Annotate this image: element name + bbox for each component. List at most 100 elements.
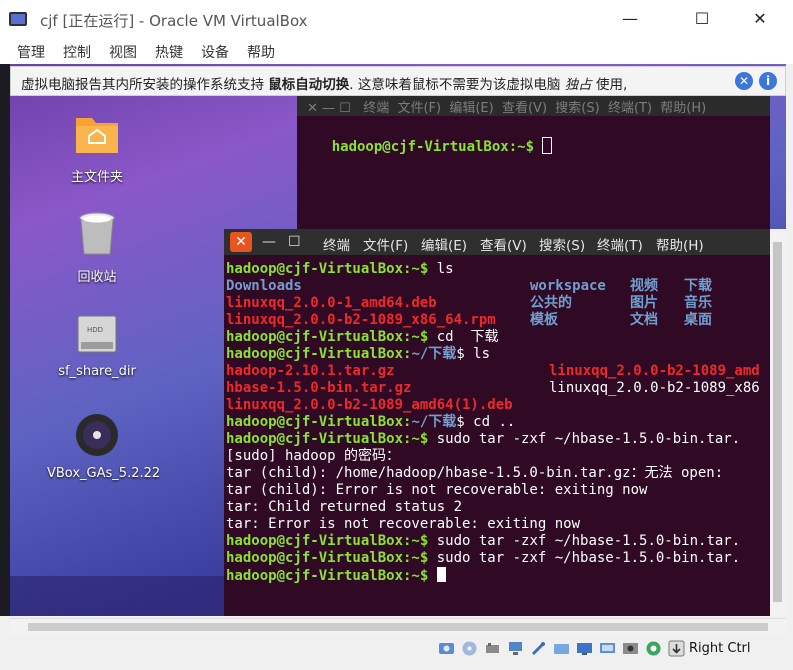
minimize-button[interactable]: — — [608, 4, 652, 34]
terminal-menu-help[interactable]: 帮助(H) — [656, 234, 704, 254]
menu-devices[interactable]: 设备 — [201, 42, 229, 62]
terminal-output: [sudo] hadoop 的密码： — [226, 448, 401, 464]
desktop-icon-vbox-gas[interactable]: VBox_GAs_5.2.22 — [47, 412, 161, 481]
terminal-menu-file[interactable]: 文件(F) — [363, 234, 408, 254]
terminal-command: $ cd .. — [456, 414, 516, 430]
menu-view[interactable]: 视图 — [109, 42, 137, 62]
terminal-back-menu-text[interactable]: ✕ — ☐ 终端 文件(F) 编辑(E) 查看(V) 搜索(S) 终端(T) 帮… — [307, 97, 706, 116]
terminal-menu-search[interactable]: 搜索(S) — [539, 234, 585, 254]
ls-entry: 视频 — [630, 278, 658, 294]
ls-entry: 文档 — [630, 312, 658, 328]
terminal-line: hadoop@cjf-VirtualBox:~/下载$ ls — [226, 346, 490, 363]
ls-entry: linuxqq_2.0.0-b2-1089_amd64(1).deb — [226, 397, 513, 413]
display-icon[interactable] — [576, 640, 593, 657]
terminal-output: tar: Child returned status 2 — [226, 499, 463, 515]
scrollbar-thumb[interactable] — [28, 623, 768, 631]
terminal-line: hadoop@cjf-VirtualBox:~$ sudo tar -zxf ~… — [226, 431, 740, 448]
terminal-command: sudo tar -zxf ~/hbase-1.5.0-bin.tar. — [428, 550, 741, 566]
ls-entry: linuxqq_2.0.0-1_amd64.deb — [226, 295, 437, 311]
terminal-command: $ ls — [456, 346, 491, 362]
desktop-icon-home[interactable]: 主文件夹 — [47, 110, 147, 185]
host-key-arrow-icon[interactable] — [668, 640, 685, 657]
terminal-line: Downloads — [226, 278, 302, 295]
notice-text-italic: 独占 — [564, 77, 592, 93]
desktop-icon-label: VBox_GAs_5.2.22 — [47, 466, 161, 481]
terminal-line: hadoop@cjf-VirtualBox:~$ — [226, 567, 446, 584]
terminal-command — [428, 568, 436, 584]
menu-hotkey[interactable]: 热键 — [155, 42, 183, 62]
svg-text:HDD: HDD — [87, 326, 103, 334]
terminal-prompt: hadoop@cjf-VirtualBox:~$ — [226, 431, 429, 447]
hdd-icon: HDD — [77, 315, 117, 353]
close-notice-icon[interactable]: ✕ — [735, 72, 753, 90]
terminal-window-front[interactable]: ✕ — ☐ 终端 文件(F) 编辑(E) 查看(V) 搜索(S) 终端(T) 帮… — [224, 229, 770, 616]
desktop-icon-trash[interactable]: 回收站 — [47, 210, 147, 285]
notice-text-part: 虚拟电脑报告其内所安装的操作系统支持 — [21, 77, 264, 93]
ls-entry: hbase-1.5.0-bin.tar.gz — [226, 380, 412, 396]
window-titlebar: cjf [正在运行] - Oracle VM VirtualBox — ☐ ✕ — [0, 0, 793, 38]
audio-icon[interactable] — [484, 640, 501, 657]
window-title: cjf [正在运行] - Oracle VM VirtualBox — [40, 12, 308, 30]
scrollbar-thumb[interactable] — [773, 242, 782, 602]
network-icon[interactable] — [507, 640, 524, 657]
terminal-back-menubar[interactable]: ✕ — ☐ 终端 文件(F) 编辑(E) 查看(V) 搜索(S) 终端(T) 帮… — [297, 96, 770, 116]
desktop-icon-label: 主文件夹 — [70, 170, 123, 185]
menu-control[interactable]: 控制 — [63, 42, 91, 62]
terminal-prompt: hadoop@cjf-VirtualBox: — [226, 414, 412, 430]
vertical-scrollbar[interactable] — [770, 229, 786, 616]
info-icon[interactable]: i — [759, 72, 777, 90]
terminal-output: tar (child): /home/hadoop/hbase-1.5.0-bi… — [226, 465, 724, 481]
video-capture-icon[interactable] — [622, 640, 639, 657]
home-folder-icon — [76, 118, 118, 153]
ls-entry: 下载 — [684, 278, 712, 294]
optical-drive-icon[interactable] — [461, 640, 478, 657]
terminal-maximize-icon[interactable]: ☐ — [288, 232, 301, 252]
terminal-minimize-icon[interactable]: — — [262, 232, 276, 252]
terminal-command: cd 下载 — [428, 329, 499, 345]
virtualization-icon[interactable] — [645, 640, 662, 657]
menu-help[interactable]: 帮助 — [247, 42, 275, 62]
menu-manage[interactable]: 管理 — [17, 42, 45, 62]
desktop-icon-sf-share[interactable]: HDD sf_share_dir — [47, 312, 147, 379]
cd-icon — [76, 414, 118, 456]
terminal-line: hadoop@cjf-VirtualBox:~$ sudo tar -zxf ~… — [226, 550, 740, 567]
ls-entry: 公共的 — [530, 295, 572, 311]
terminal-cursor — [436, 567, 446, 582]
maximize-button[interactable]: ☐ — [680, 4, 724, 34]
notice-text-bold: 鼠标自动切换 — [268, 77, 350, 93]
virtualbox-icon — [9, 12, 27, 26]
ls-entry: 桌面 — [684, 312, 712, 328]
hard-disk-icon[interactable] — [438, 640, 455, 657]
terminal-line: hadoop@cjf-VirtualBox:~$ ls — [226, 261, 454, 278]
terminal-prompt: hadoop@cjf-VirtualBox:~$ — [226, 261, 429, 277]
terminal-prompt: hadoop@cjf-VirtualBox:~$ — [226, 550, 429, 566]
notice-text-part: 使用, — [595, 77, 628, 93]
terminal-line: hadoop@cjf-VirtualBox:~/下载$ cd .. — [226, 414, 515, 431]
mouse-integration-notice: 虚拟电脑报告其内所安装的操作系统支持 鼠标自动切换. 这意味着鼠标不需要为该虚拟… — [10, 66, 786, 96]
terminal-back-line: hadoop@cjf-VirtualBox:~$ — [298, 120, 553, 155]
terminal-prompt: hadoop@cjf-VirtualBox:~$ — [226, 329, 429, 345]
terminal-menu-terminal-t[interactable]: 终端(T) — [597, 234, 643, 254]
ls-entry: 音乐 — [684, 295, 712, 311]
terminal-path: ~/下载 — [411, 346, 457, 362]
close-button[interactable]: ✕ — [738, 4, 782, 34]
usb-icon[interactable] — [530, 640, 547, 657]
terminal-line: hadoop@cjf-VirtualBox:~$ sudo tar -zxf ~… — [226, 533, 740, 550]
horizontal-scrollbar[interactable] — [10, 618, 786, 635]
terminal-prompt: hadoop@cjf-VirtualBox:~$ — [331, 139, 543, 155]
host-key-label: Right Ctrl — [689, 641, 751, 656]
trash-icon — [79, 212, 115, 255]
terminal-menu-view[interactable]: 查看(V) — [480, 234, 527, 254]
screen-record-icon[interactable] — [599, 640, 616, 657]
terminal-output: tar: Error is not recoverable: exiting n… — [226, 516, 581, 532]
desktop-icon-label: sf_share_dir — [58, 364, 136, 379]
terminal-output: tar (child): Error is not recoverable: e… — [226, 482, 648, 498]
ls-entry: linuxqq_2.0.0-b2-1089_x86 — [549, 380, 760, 396]
terminal-menu-terminal[interactable]: 终端 — [323, 234, 350, 254]
terminal-close-icon[interactable]: ✕ — [230, 232, 252, 252]
ls-entry: 模板 — [530, 312, 558, 328]
notice-text-part: . 这意味着鼠标不需要为该虚拟电脑 — [349, 77, 561, 93]
host-left-edge — [0, 64, 10, 616]
terminal-menu-edit[interactable]: 编辑(E) — [421, 234, 467, 254]
shared-folder-icon[interactable] — [553, 640, 570, 657]
